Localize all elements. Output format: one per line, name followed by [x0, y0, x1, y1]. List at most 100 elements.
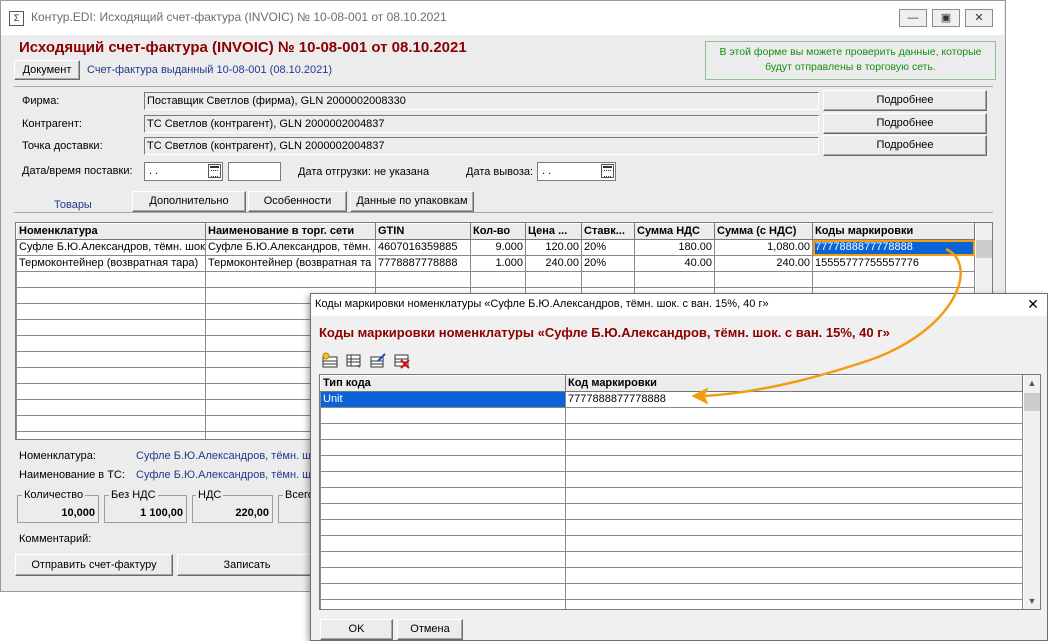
tab-goods[interactable]: Товары [54, 196, 92, 217]
table-row[interactable]: Суфле Б.Ю.Александров, тёмн. шок Суфле Б… [16, 239, 975, 256]
column-header[interactable]: Сумма НДС [634, 223, 715, 240]
nomenclature-label: Номенклатура: [19, 450, 96, 462]
insert-row-icon[interactable] [345, 352, 363, 370]
scroll-thumb[interactable] [976, 240, 992, 258]
firm-field[interactable]: Поставщик Светлов (фирма), GLN 200000200… [144, 92, 819, 110]
quantity-label: Количество [22, 489, 86, 501]
dialog-scrollbar[interactable]: ▲ ▼ [1024, 375, 1040, 609]
quantity-value: 10,000 [61, 507, 95, 519]
table-cell[interactable]: 120.00 [525, 239, 582, 256]
delivery-date-value: . . [149, 165, 159, 177]
pickup-date-field[interactable]: . . [537, 162, 616, 181]
delivery-point-label: Точка доставки: [22, 140, 103, 152]
column-header[interactable]: Коды маркировки [812, 223, 975, 240]
empty-row [320, 583, 1023, 600]
shipment-date-text: Дата отгрузки: не указана [298, 166, 430, 178]
window-title: Контур.EDI: Исходящий счет-фактура (INVO… [31, 10, 447, 24]
without-vat-value: 1 100,00 [140, 507, 183, 519]
document-button[interactable]: Документ [14, 60, 80, 80]
table-cell[interactable]: 15555777755557776 [812, 255, 975, 272]
empty-row [320, 407, 1023, 424]
table-cell[interactable]: 20% [581, 239, 635, 256]
marking-codes-grid: Тип кода Код маркировки Unit 77778888777… [320, 375, 1023, 609]
edit-row-icon[interactable] [369, 352, 387, 370]
cancel-button[interactable]: Отмена [397, 619, 463, 640]
scroll-down-icon[interactable]: ▼ [1024, 593, 1040, 609]
marking-codes-cell[interactable]: 7777888877778888 [812, 239, 975, 256]
column-header[interactable]: Ставк... [581, 223, 635, 240]
empty-row [320, 455, 1023, 472]
document-link[interactable]: Счет-фактура выданный 10-08-001 (08.10.2… [87, 64, 332, 76]
marking-code-cell[interactable]: 7777888877778888 [565, 391, 1023, 408]
empty-row [320, 439, 1023, 456]
table-cell[interactable]: 1,080.00 [714, 239, 813, 256]
empty-row [320, 487, 1023, 504]
delivery-date-field[interactable]: . . [144, 162, 223, 181]
name-in-ts-label: Наименование в ТС: [19, 469, 125, 481]
contractor-field[interactable]: ТС Светлов (контрагент), GLN 20000020048… [144, 115, 819, 133]
empty-row [320, 471, 1023, 488]
table-cell[interactable]: 7778887778888 [375, 255, 471, 272]
pickup-date-label: Дата вывоза: [466, 166, 534, 178]
empty-row [16, 271, 975, 288]
add-row-icon[interactable] [321, 352, 339, 370]
table-cell[interactable]: 4607016359885 [375, 239, 471, 256]
dialog-close-icon[interactable]: ✕ [1024, 295, 1042, 313]
table-cell[interactable]: 240.00 [714, 255, 813, 272]
delivery-datetime-label: Дата/время поставки: [22, 165, 133, 177]
info-hint: В этой форме вы можете проверить данные,… [705, 41, 996, 80]
delete-row-icon[interactable] [393, 352, 411, 370]
table-cell[interactable]: 1.000 [470, 255, 526, 272]
contractor-label: Контрагент: [22, 118, 82, 130]
minimize-icon[interactable]: — [899, 9, 927, 27]
column-header[interactable]: Код маркировки [565, 375, 1023, 392]
save-button[interactable]: Записать [177, 554, 317, 576]
table-header-row: Тип кода Код маркировки [320, 375, 1023, 392]
calendar-icon[interactable] [208, 164, 221, 178]
dialog-window-title: Коды маркировки номенклатуры «Суфле Б.Ю.… [315, 298, 769, 310]
column-header[interactable]: Номенклатура [16, 223, 206, 240]
table-row[interactable]: Unit 7777888877778888 [320, 391, 1023, 408]
tab-features[interactable]: Особенности [248, 191, 347, 212]
name-in-ts-value: Суфле Б.Ю.Александров, тёмн. шок [136, 469, 322, 481]
table-cell[interactable]: Термоконтейнер (возвратная та [205, 255, 376, 272]
tab-additional[interactable]: Дополнительно [132, 191, 246, 212]
close-icon[interactable]: ✕ [965, 9, 993, 27]
delivery-time-field[interactable] [228, 162, 281, 181]
delivery-point-field[interactable]: ТС Светлов (контрагент), GLN 20000020048… [144, 137, 819, 155]
table-cell[interactable]: 180.00 [634, 239, 715, 256]
send-invoice-button[interactable]: Отправить счет-фактуру [15, 554, 173, 576]
column-header[interactable]: Цена ... [525, 223, 582, 240]
dialog-heading: Коды маркировки номенклатуры «Суфле Б.Ю.… [319, 325, 890, 340]
scroll-thumb[interactable] [1024, 393, 1040, 411]
column-header[interactable]: Сумма (с НДС) [714, 223, 813, 240]
table-cell[interactable]: 9.000 [470, 239, 526, 256]
restore-icon[interactable]: ▣ [932, 9, 960, 27]
table-cell[interactable]: Термоконтейнер (возвратная тара) [16, 255, 206, 272]
contractor-details-button[interactable]: Подробнее [823, 113, 987, 134]
table-row[interactable]: Термоконтейнер (возвратная тара) Термоко… [16, 255, 975, 272]
code-type-cell[interactable]: Unit [320, 391, 566, 408]
table-header-row: Номенклатура Наименование в торг. сети G… [16, 223, 975, 240]
column-header[interactable]: Тип кода [320, 375, 566, 392]
ok-button[interactable]: OK [320, 619, 393, 640]
comment-label: Комментарий: [19, 533, 92, 545]
delivery-point-details-button[interactable]: Подробнее [823, 135, 987, 156]
scroll-up-icon[interactable]: ▲ [1024, 375, 1040, 391]
marking-codes-table[interactable]: Тип кода Код маркировки Unit 77778888777… [319, 374, 1041, 610]
column-header[interactable]: Наименование в торг. сети [205, 223, 376, 240]
vat-label: НДС [196, 489, 224, 501]
table-cell[interactable]: Суфле Б.Ю.Александров, тёмн. ш [205, 239, 376, 256]
tab-packages[interactable]: Данные по упаковкам [350, 191, 474, 212]
table-cell[interactable]: Суфле Б.Ю.Александров, тёмн. шок [16, 239, 206, 256]
calendar-icon[interactable] [601, 164, 614, 178]
table-cell[interactable]: 240.00 [525, 255, 582, 272]
empty-row [320, 519, 1023, 536]
empty-row [320, 535, 1023, 552]
column-header[interactable]: Кол-во [470, 223, 526, 240]
column-header[interactable]: GTIN [375, 223, 471, 240]
table-cell[interactable]: 40.00 [634, 255, 715, 272]
table-cell[interactable]: 20% [581, 255, 635, 272]
firm-details-button[interactable]: Подробнее [823, 90, 987, 111]
nomenclature-value: Суфле Б.Ю.Александров, тёмн. шок [136, 450, 322, 462]
